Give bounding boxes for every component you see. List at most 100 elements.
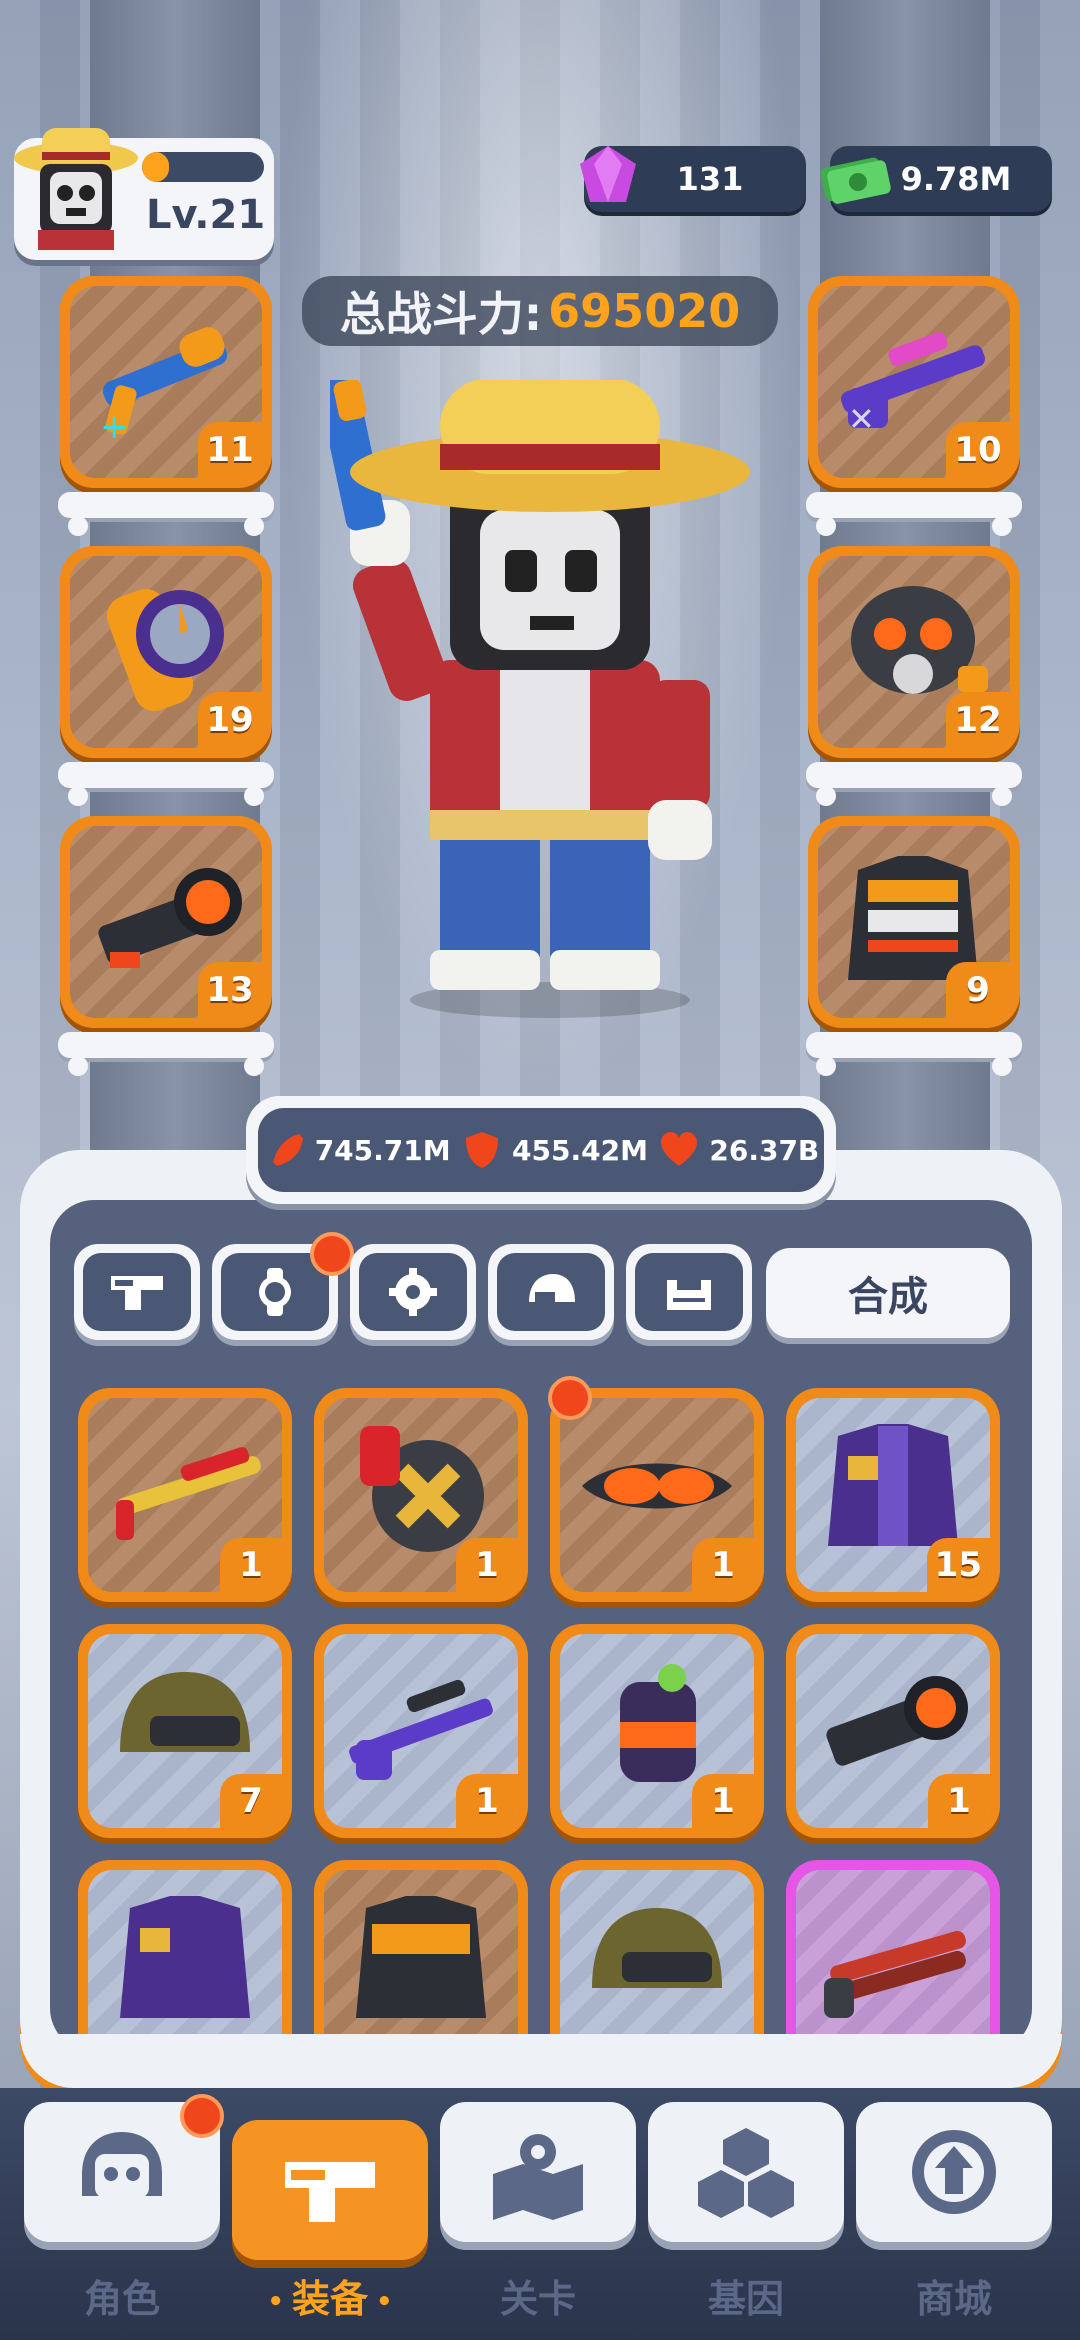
watch-icon: [259, 1268, 291, 1316]
stat-health: 26.37B: [657, 1128, 819, 1172]
jacket-icon: [828, 1424, 958, 1546]
slot-count: 19: [198, 692, 262, 748]
total-power-value: 695020: [548, 284, 741, 338]
filter-tabs: 合成: [42, 1232, 1042, 1344]
jacket-icon: [120, 1896, 250, 2018]
shelf: [806, 1032, 1022, 1076]
skull-icon: [82, 2132, 162, 2198]
helmet-icon: [592, 1908, 722, 1988]
shelf: [58, 1032, 274, 1076]
tab-weapons[interactable]: [74, 1244, 200, 1340]
item-count: 7: [220, 1774, 282, 1828]
svg-text:+: +: [100, 407, 129, 447]
equip-slot-rifle[interactable]: ✕ 10: [808, 276, 1020, 488]
item-count: 1: [928, 1774, 990, 1828]
gear-icon: [389, 1268, 437, 1316]
nav-equipment[interactable]: [232, 2120, 428, 2260]
player-profile[interactable]: Lv.21: [14, 128, 274, 260]
slot-count: 12: [946, 692, 1010, 748]
inventory-item-ammo-drum[interactable]: 1: [314, 1388, 528, 1602]
item-count: 1: [692, 1774, 754, 1828]
equip-slot-scope[interactable]: 13: [60, 816, 272, 1028]
panel-bottom-edge: [20, 2034, 1062, 2088]
notification-dot: [180, 2094, 224, 2138]
slot-count: 10: [946, 422, 1010, 478]
shelf: [806, 762, 1022, 806]
shelf: [58, 762, 274, 806]
hero-character: [330, 380, 750, 1018]
inventory-item-grenade[interactable]: 1: [550, 1624, 764, 1838]
inventory-item-shotgun[interactable]: 1: [78, 1388, 292, 1602]
goggles-icon: [582, 1463, 732, 1509]
nav-label-genes: 基因: [707, 2277, 784, 2321]
gun-icon: [111, 1276, 163, 1310]
grenade-icon: [620, 1664, 696, 1782]
nav-label-character: 角色: [83, 2277, 160, 2321]
inventory-item-goggles[interactable]: 1: [550, 1388, 764, 1602]
map-icon: [493, 2134, 583, 2220]
cash-icon: [820, 157, 891, 204]
shield-icon: [466, 1132, 499, 1168]
sniper-rifle-icon: [349, 1679, 493, 1780]
stat-attack: 745.71M: [263, 1128, 451, 1172]
stats-bar-overlay: 745.71M 455.42M 26.37B: [246, 1096, 836, 1204]
helmet-icon: [120, 1672, 250, 1752]
inventory-item-sniper-rifle[interactable]: 1: [314, 1624, 528, 1838]
stat-health-value: 26.37B: [709, 1133, 820, 1167]
avatar: [14, 128, 138, 250]
total-power-label: 总战斗力:: [339, 287, 543, 341]
shelf: [806, 492, 1022, 536]
player-level: Lv.21: [146, 192, 266, 238]
gem-amount: 131: [676, 160, 744, 198]
inventory-item-helmet[interactable]: 7: [78, 1624, 292, 1838]
slot-count: 13: [198, 962, 262, 1018]
equip-slot-armor[interactable]: 9: [808, 816, 1020, 1028]
bottom-nav: 角色 装备 关卡 基因 商城: [0, 2088, 1080, 2340]
notification-dot: [548, 1376, 592, 1420]
gem-icon: [580, 146, 636, 202]
item-count: 1: [692, 1538, 754, 1592]
stat-defense-value: 455.42M: [512, 1133, 648, 1167]
slot-count: 11: [198, 422, 262, 478]
gene-icon: [698, 2128, 794, 2218]
heart-icon: [661, 1132, 698, 1166]
nav-genes[interactable]: [648, 2102, 844, 2242]
cash-counter[interactable]: 9.78M: [820, 146, 1052, 212]
helmet-icon: [529, 1274, 575, 1302]
nav-shop[interactable]: [856, 2102, 1052, 2242]
item-count: 15: [926, 1538, 990, 1592]
shelf: [58, 492, 274, 536]
tab-parts[interactable]: [350, 1244, 476, 1340]
armor-icon: [667, 1280, 711, 1310]
equip-slot-weapon[interactable]: + 11: [60, 276, 272, 488]
gun-icon: [285, 2162, 375, 2222]
shotgun-icon: [116, 1447, 261, 1540]
merge-button[interactable]: 合成: [766, 1248, 1010, 1338]
svg-text:✕: ✕: [848, 400, 875, 438]
equip-slot-mask[interactable]: 12: [808, 546, 1020, 758]
nav-label-shop: 商城: [915, 2277, 992, 2321]
slot-count: 9: [946, 962, 1010, 1018]
item-count: 1: [456, 1774, 518, 1828]
nav-stages[interactable]: [440, 2102, 636, 2242]
notification-dot: [310, 1232, 354, 1276]
rocket-icon: [272, 1134, 303, 1166]
total-power: 总战斗力: 695020: [302, 276, 778, 346]
inventory-item-purple-jacket[interactable]: 15: [786, 1388, 1000, 1602]
double-barrel-icon: [824, 1930, 966, 2018]
tab-armor[interactable]: [626, 1244, 752, 1340]
xp-bar: [142, 152, 264, 182]
armor-vest-icon: [356, 1896, 486, 2018]
scope-icon: [826, 1676, 968, 1766]
equip-slot-watch[interactable]: 19: [60, 546, 272, 758]
tab-helmets[interactable]: [488, 1244, 614, 1340]
shop-icon: [912, 2130, 996, 2214]
nav-label-stages: 关卡: [499, 2277, 576, 2321]
gem-counter[interactable]: 131: [580, 146, 806, 212]
nav-label-equipment: 装备: [232, 2268, 428, 2323]
inventory-item-scope[interactable]: 1: [786, 1624, 1000, 1838]
stat-defense: 455.42M: [460, 1128, 648, 1172]
item-count: 1: [456, 1538, 518, 1592]
item-count: 1: [220, 1538, 282, 1592]
nav-label-equipment-text: 装备: [291, 2277, 368, 2321]
